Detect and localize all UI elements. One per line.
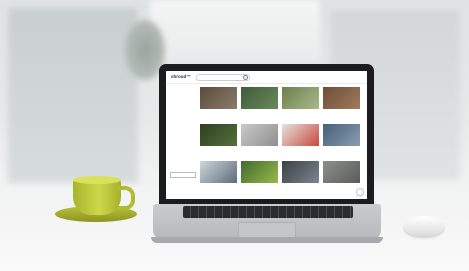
video-title[interactable] xyxy=(200,110,237,116)
sidebar-action-button[interactable] xyxy=(170,172,196,178)
video-thumbnail[interactable] xyxy=(323,124,360,146)
video-card[interactable] xyxy=(282,124,319,160)
help-button[interactable] xyxy=(356,188,364,196)
video-card[interactable] xyxy=(323,161,360,197)
video-thumbnail[interactable] xyxy=(282,87,319,109)
video-thumbnail[interactable] xyxy=(282,124,319,146)
video-thumbnail[interactable] xyxy=(241,87,278,109)
video-title[interactable] xyxy=(282,184,319,190)
cup-rim xyxy=(73,176,121,184)
video-card[interactable] xyxy=(200,87,237,123)
app-header: shroud™ xyxy=(166,71,367,84)
laptop-keyboard xyxy=(183,206,353,218)
video-card[interactable] xyxy=(282,87,319,123)
video-card[interactable] xyxy=(282,161,319,197)
photo-scene: shroud™ xyxy=(0,0,469,271)
video-title[interactable] xyxy=(282,110,319,116)
video-thumbnail[interactable] xyxy=(323,87,360,109)
search-icon[interactable] xyxy=(243,75,248,80)
video-card[interactable] xyxy=(241,124,278,160)
video-card[interactable] xyxy=(323,87,360,123)
video-title[interactable] xyxy=(241,110,278,116)
video-card[interactable] xyxy=(323,124,360,160)
cup-handle xyxy=(117,186,135,210)
video-thumbnail[interactable] xyxy=(323,161,360,183)
video-card[interactable] xyxy=(200,124,237,160)
laptop-base-edge xyxy=(151,237,383,243)
video-card[interactable] xyxy=(200,161,237,197)
computer-mouse xyxy=(404,216,444,236)
video-thumbnail[interactable] xyxy=(200,161,237,183)
video-title[interactable] xyxy=(241,184,278,190)
video-title[interactable] xyxy=(241,147,278,153)
background-window-center xyxy=(150,0,320,60)
app-logo[interactable]: shroud™ xyxy=(171,74,191,79)
video-card[interactable] xyxy=(241,87,278,123)
video-card[interactable] xyxy=(241,161,278,197)
video-thumbnail[interactable] xyxy=(241,161,278,183)
sidebar xyxy=(166,84,198,199)
video-title[interactable] xyxy=(323,147,360,153)
video-title[interactable] xyxy=(200,184,237,190)
video-thumbnail[interactable] xyxy=(200,124,237,146)
laptop-screen: shroud™ xyxy=(166,71,367,199)
laptop-trackpad xyxy=(238,222,296,238)
video-thumbnail[interactable] xyxy=(200,87,237,109)
video-title[interactable] xyxy=(323,110,360,116)
video-thumbnail[interactable] xyxy=(282,161,319,183)
video-title[interactable] xyxy=(200,147,237,153)
coffee-cup xyxy=(73,179,121,215)
video-thumbnail[interactable] xyxy=(241,124,278,146)
search-input[interactable] xyxy=(196,74,250,81)
background-window-left xyxy=(8,8,138,183)
video-title[interactable] xyxy=(282,147,319,153)
video-title[interactable] xyxy=(323,184,360,190)
